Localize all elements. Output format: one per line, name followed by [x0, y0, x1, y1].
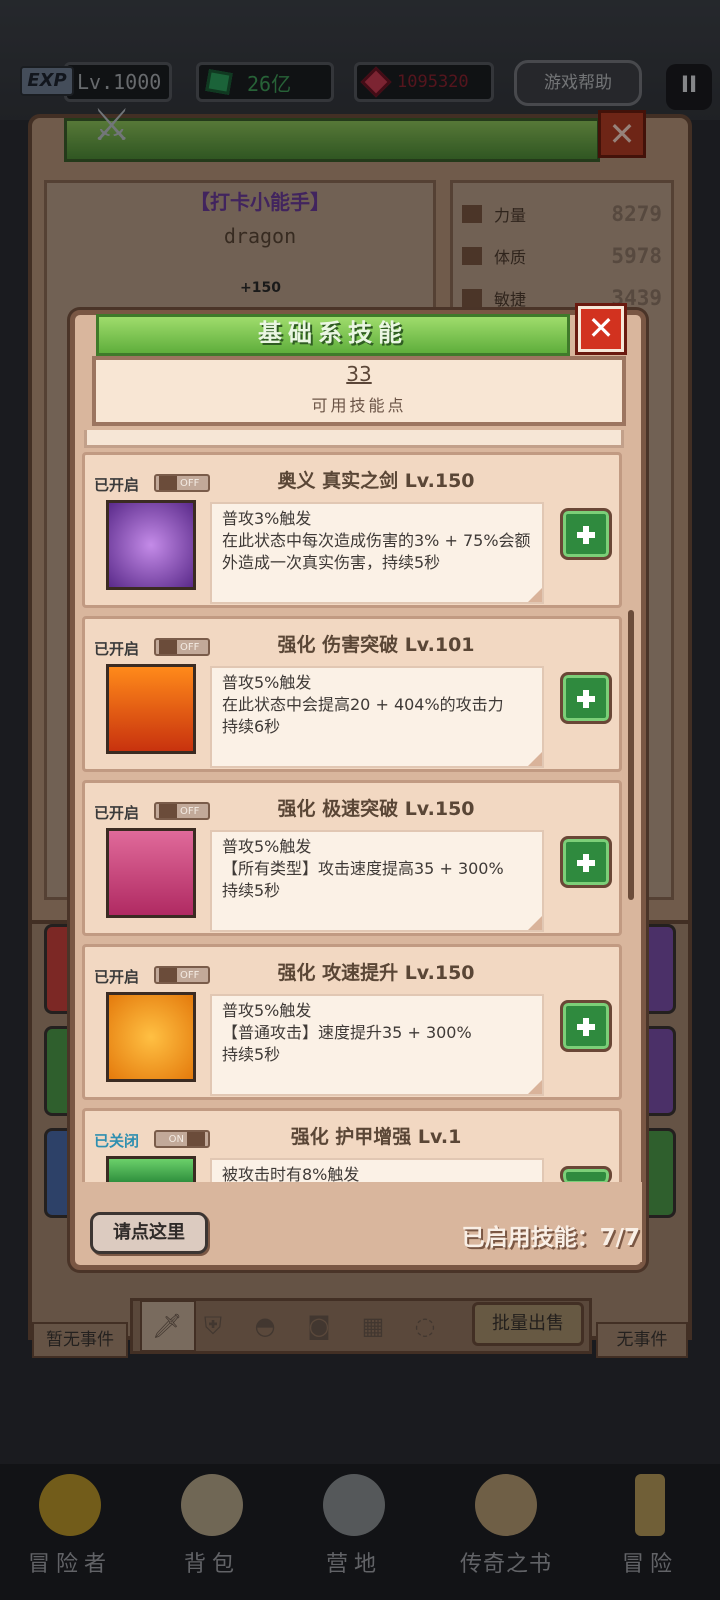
boot-icon [106, 992, 196, 1082]
dialog-title: 基础系技能 [258, 319, 408, 347]
skill-name: 强化 极速突破 Lv.150 [277, 798, 475, 820]
skill-upgrade-button[interactable] [560, 508, 612, 560]
skill-upgrade-button[interactable] [560, 672, 612, 724]
skill-description: 普攻5%触发 【所有类型】攻击速度提高35 + 300% 持续5秒 [210, 830, 544, 932]
scrollbar[interactable] [628, 610, 634, 900]
skill-description: 普攻5%触发 在此状态中会提高20 + 404%的攻击力 持续6秒 [210, 666, 544, 768]
toggle-knob [159, 804, 177, 818]
fist-sword-icon [106, 664, 196, 754]
dialog-close-button[interactable]: ✕ [575, 303, 627, 355]
skill-upgrade-button[interactable] [560, 836, 612, 888]
skill-status: 已开启 [94, 640, 140, 658]
boot-icon [106, 828, 196, 918]
enabled-skills-count: 已启用技能：7/7 [461, 1225, 640, 1251]
skill-description: 普攻3%触发 在此状态中每次造成伤害的3% + 75%会额外造成一次真实伤害，持… [210, 502, 544, 604]
sword-icon [106, 500, 196, 590]
skill-status: 已开启 [94, 968, 140, 986]
armor-icon [106, 1156, 196, 1184]
skill-name: 强化 护甲增强 Lv.1 [290, 1126, 462, 1148]
skill-status: 已关闭 [94, 1132, 140, 1150]
skill-name: 强化 伤害突破 Lv.101 [277, 634, 475, 656]
skill-upgrade-button[interactable] [560, 1000, 612, 1052]
skill-description: 普攻5%触发 【普通攻击】速度提升35 + 300% 持续5秒 [210, 994, 544, 1096]
toggle-knob [159, 640, 177, 654]
previous-card-edge [84, 430, 624, 448]
skill-name: 奥义 真实之剑 Lv.150 [277, 470, 475, 492]
skill-status: 已开启 [94, 804, 140, 822]
skill-name: 强化 攻速提升 Lv.150 [277, 962, 475, 984]
skill-points-label: 可用技能点 [311, 396, 407, 415]
skill-points-value: 33 [346, 362, 372, 386]
toggle-knob [159, 476, 177, 490]
skill-description: 被攻击时有8%触发 [210, 1158, 544, 1184]
toggle-knob [159, 968, 177, 982]
skill-status: 已开启 [94, 476, 140, 494]
click-here-button[interactable]: 请点这里 [90, 1212, 208, 1254]
